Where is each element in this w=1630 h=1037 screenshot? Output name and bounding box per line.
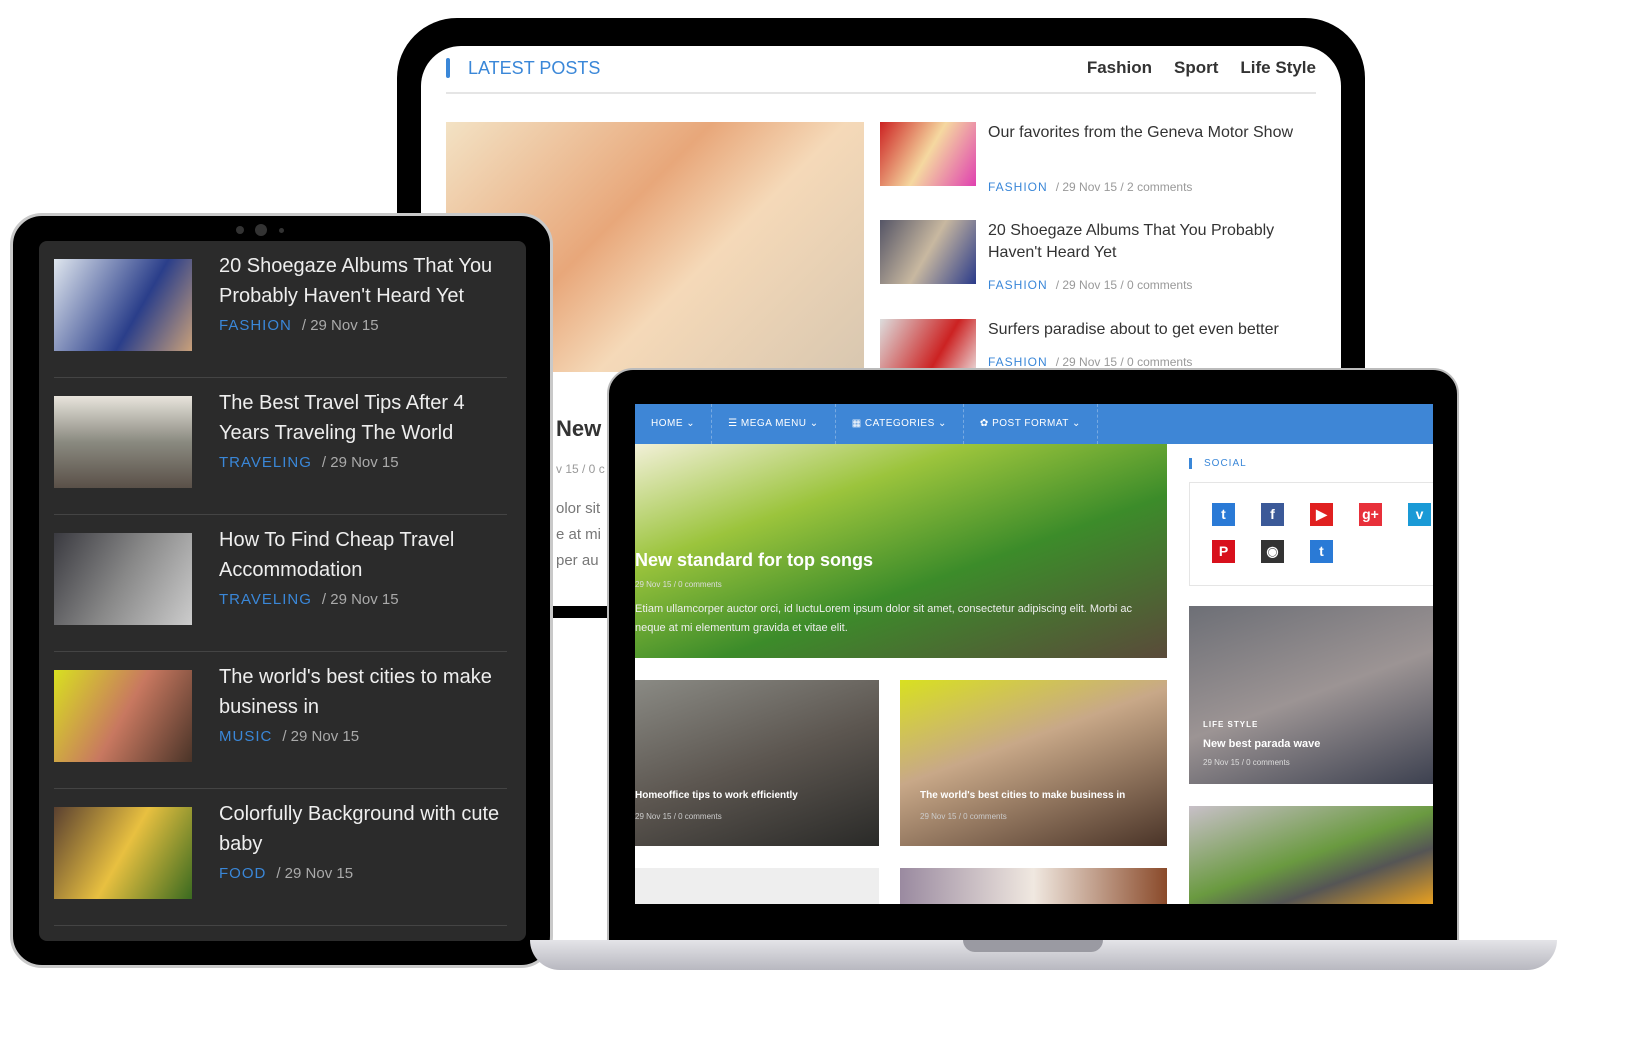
post-title[interactable]: The Best Travel Tips After 4 Years Trave… <box>219 388 509 448</box>
tab-fashion[interactable]: Fashion <box>1087 58 1152 78</box>
laptop-notch <box>963 940 1103 952</box>
twitter-icon[interactable]: t <box>1310 540 1333 563</box>
tablet-sensor <box>279 228 284 233</box>
post-card[interactable] <box>635 868 879 904</box>
side-post-category[interactable]: LIFE STYLE <box>1203 720 1258 729</box>
post-category[interactable]: TRAVELING <box>219 454 312 471</box>
post-thumbnail <box>54 807 192 899</box>
post-category[interactable]: FASHION <box>988 180 1048 194</box>
featured-post-excerpt: olor sit e at mi per au <box>556 500 602 569</box>
github-icon[interactable]: ◉ <box>1261 540 1284 563</box>
post-thumbnail <box>880 122 976 186</box>
laptop-screen: HOME ⌄ ☰ MEGA MENU ⌄ ▦ CATEGORIES ⌄ ✿ PO… <box>635 404 1433 904</box>
post-thumbnail <box>54 533 192 625</box>
post-title[interactable]: 20 Shoegaze Albums That You Probably Hav… <box>219 251 509 311</box>
tab-sport[interactable]: Sport <box>1174 58 1218 78</box>
featured-post-meta: v 15 / 0 c <box>556 462 605 476</box>
post-title[interactable]: The world's best cities to make business… <box>219 662 509 722</box>
post-item[interactable]: 20 Shoegaze Albums That You Probably Hav… <box>880 220 1320 310</box>
tablet-post-item[interactable]: 20 Shoegaze Albums That You Probably Hav… <box>54 241 507 378</box>
card-title[interactable]: The world's best cities to make business… <box>920 790 1125 801</box>
tab-life-style[interactable]: Life Style <box>1240 58 1316 78</box>
post-title[interactable]: How To Find Cheap Travel Accommodation <box>219 525 509 585</box>
post-meta: TRAVELING/ 29 Nov 15 <box>219 591 399 608</box>
main-nav: HOME ⌄ ☰ MEGA MENU ⌄ ▦ CATEGORIES ⌄ ✿ PO… <box>635 404 1433 444</box>
tablet-post-item[interactable]: How To Find Cheap Travel Accommodation T… <box>54 515 507 652</box>
social-title: SOCIAL <box>1189 458 1247 469</box>
post-card[interactable]: Homeoffice tips to work efficiently 29 N… <box>635 680 879 846</box>
twitter-icon[interactable]: t <box>1212 503 1235 526</box>
side-post-title[interactable]: New best parada wave <box>1203 738 1320 750</box>
tablet-sensor <box>236 226 244 234</box>
nav-home[interactable]: HOME ⌄ <box>635 404 713 444</box>
card-meta: 29 Nov 15 / 0 comments <box>635 812 722 821</box>
nav-categories[interactable]: ▦ CATEGORIES ⌄ <box>836 404 964 444</box>
facebook-icon[interactable]: f <box>1261 503 1284 526</box>
hero-post[interactable]: New standard for top songs 29 Nov 15 / 0… <box>635 444 1167 658</box>
post-title[interactable]: 20 Shoegaze Albums That You Probably Hav… <box>988 220 1318 264</box>
card-title[interactable]: Homeoffice tips to work efficiently <box>635 790 798 801</box>
side-post[interactable]: LIFE STYLE New best parada wave 29 Nov 1… <box>1189 606 1433 784</box>
side-post-image[interactable] <box>1189 806 1433 904</box>
post-thumbnail <box>54 396 192 488</box>
nav-mega-menu[interactable]: ☰ MEGA MENU ⌄ <box>712 404 836 444</box>
hero-excerpt: Etiam ullamcorper auctor orci, id luctuL… <box>635 603 1133 634</box>
side-post-meta: 29 Nov 15 / 0 comments <box>1203 758 1290 767</box>
post-title[interactable]: Surfers paradise about to get even bette… <box>988 319 1318 341</box>
post-category[interactable]: FASHION <box>988 278 1048 292</box>
post-meta: FASHION/ 29 Nov 15 / 0 comments <box>988 355 1193 369</box>
tablet-post-item[interactable]: Colorfully Background with cute baby FOO… <box>54 789 507 926</box>
tablet-camera <box>255 224 267 236</box>
post-meta: TRAVELING/ 29 Nov 15 <box>219 454 399 471</box>
vimeo-icon[interactable]: v <box>1408 503 1431 526</box>
latest-posts-title: LATEST POSTS <box>468 58 601 78</box>
featured-post-title[interactable]: New <box>556 416 601 442</box>
hero-title[interactable]: New standard for top songs <box>635 550 873 571</box>
post-title[interactable]: Our favorites from the Geneva Motor Show <box>988 122 1318 144</box>
pinterest-icon[interactable]: P <box>1212 540 1235 563</box>
post-meta: FASHION/ 29 Nov 15 / 0 comments <box>988 278 1193 292</box>
hero-meta: 29 Nov 15 / 0 comments <box>635 580 722 589</box>
post-category[interactable]: FASHION <box>219 317 292 334</box>
post-thumbnail <box>54 670 192 762</box>
social-widget: t f ▶ g+ v P ◉ t <box>1189 482 1433 586</box>
tablet-screen: 20 Shoegaze Albums That You Probably Hav… <box>39 241 526 941</box>
post-item[interactable]: Our favorites from the Geneva Motor Show… <box>880 122 1320 212</box>
laptop-frame: HOME ⌄ ☰ MEGA MENU ⌄ ▦ CATEGORIES ⌄ ✿ PO… <box>607 368 1459 943</box>
youtube-icon[interactable]: ▶ <box>1310 503 1333 526</box>
post-category[interactable]: TRAVELING <box>219 591 312 608</box>
post-card[interactable]: The world's best cities to make business… <box>900 680 1167 846</box>
tablet-frame: 20 Shoegaze Albums That You Probably Hav… <box>10 213 553 968</box>
post-category[interactable]: FOOD <box>219 865 266 882</box>
post-meta: FOOD/ 29 Nov 15 <box>219 865 354 882</box>
post-title[interactable]: Colorfully Background with cute baby <box>219 799 509 859</box>
nav-post-format[interactable]: ✿ POST FORMAT ⌄ <box>964 404 1098 444</box>
google-plus-icon[interactable]: g+ <box>1359 503 1382 526</box>
post-category[interactable]: MUSIC <box>219 728 272 745</box>
section-accent-bar <box>446 58 450 78</box>
post-thumbnail <box>880 220 976 284</box>
latest-posts-header: LATEST POSTS Fashion Sport Life Style <box>446 58 1316 94</box>
tablet-post-item[interactable]: The world's best cities to make business… <box>54 652 507 789</box>
post-meta: MUSIC/ 29 Nov 15 <box>219 728 360 745</box>
post-thumbnail <box>54 259 192 351</box>
card-meta: 29 Nov 15 / 0 comments <box>920 812 1007 821</box>
post-category[interactable]: FASHION <box>988 355 1048 369</box>
tablet-post-item[interactable]: The Best Travel Tips After 4 Years Trave… <box>54 378 507 515</box>
post-card[interactable] <box>900 868 1167 904</box>
post-meta: FASHION/ 29 Nov 15 / 2 comments <box>988 180 1193 194</box>
post-meta: FASHION/ 29 Nov 15 <box>219 317 379 334</box>
